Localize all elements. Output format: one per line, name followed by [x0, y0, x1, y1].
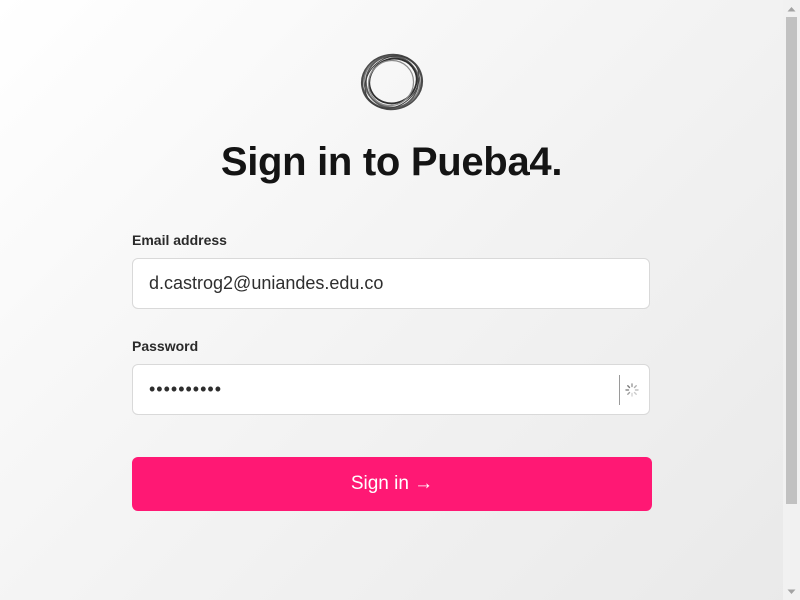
- page-title: Sign in to Pueba4.: [220, 140, 563, 184]
- sign-in-page: Sign in to Pueba4. Email address Passwor…: [0, 0, 783, 600]
- vertical-scrollbar[interactable]: [783, 0, 800, 600]
- password-label: Password: [132, 338, 199, 354]
- password-field[interactable]: [149, 365, 609, 414]
- password-field-divider: [619, 375, 620, 405]
- sign-in-button[interactable]: Sign in →: [132, 457, 652, 511]
- ring-logo-icon: [360, 53, 424, 111]
- scroll-up-arrow-icon[interactable]: [783, 0, 800, 17]
- password-field-container[interactable]: [132, 364, 650, 415]
- email-field-container[interactable]: [132, 258, 650, 309]
- email-label: Email address: [132, 232, 227, 248]
- spinner-icon[interactable]: [625, 383, 639, 397]
- scrollbar-thumb[interactable]: [786, 17, 797, 504]
- email-field[interactable]: [149, 259, 609, 308]
- scroll-down-arrow-icon[interactable]: [783, 583, 800, 600]
